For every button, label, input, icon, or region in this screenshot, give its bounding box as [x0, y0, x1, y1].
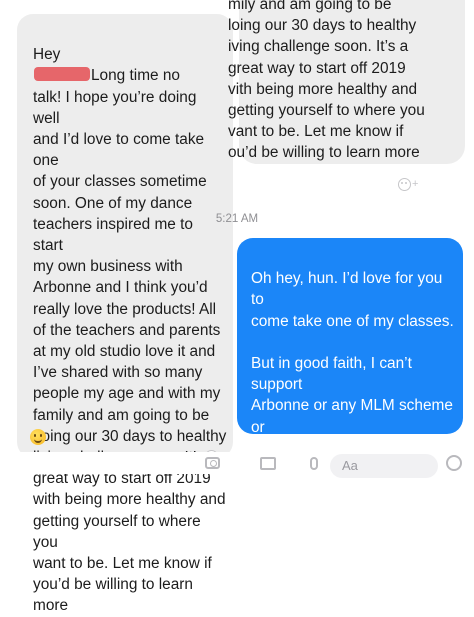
emoji-icon[interactable] [446, 455, 462, 471]
outgoing-message-text: Oh hey, hun. I’d love for you to come ta… [251, 270, 454, 542]
photo-icon[interactable] [260, 457, 276, 470]
message-input[interactable]: Aa [330, 454, 438, 478]
incoming-message-continued-text: mily and am going to be loing our 30 day… [228, 0, 425, 162]
mic-icon[interactable] [310, 457, 318, 470]
message-timestamp: 5:21 AM [215, 213, 259, 225]
incoming-message-bubble-continued[interactable]: mily and am going to be loing our 30 day… [228, 0, 465, 164]
greeting-word: Hey [33, 46, 61, 64]
incoming-message-bubble[interactable]: Hey Long time no talk! I hope you’re doi… [17, 14, 233, 614]
redacted-name [34, 67, 90, 82]
add-reaction-icon[interactable]: + [398, 177, 420, 191]
smiley-emoji [30, 429, 46, 445]
outgoing-message-bubble[interactable]: Oh hey, hun. I’d love for you to come ta… [237, 238, 463, 542]
camera-icon[interactable] [205, 457, 220, 469]
incoming-message-text: Long time no talk! I hope you’re doing w… [33, 67, 227, 615]
